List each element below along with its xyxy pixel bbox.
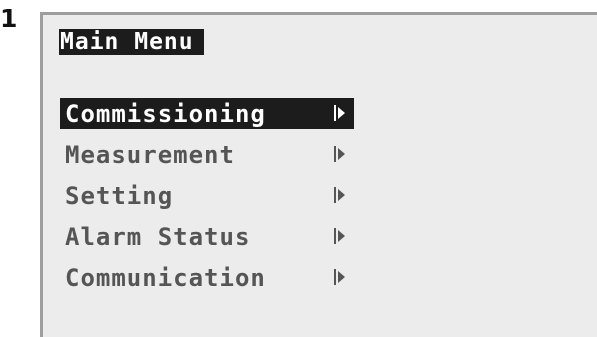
main-menu: Commissioning Measurement Setting Alarm …: [60, 98, 354, 303]
figure-number: 1: [0, 4, 18, 33]
menu-item-setting[interactable]: Setting: [60, 180, 354, 211]
right-arrow-icon: [334, 105, 345, 121]
menu-item-label: Setting: [65, 181, 174, 210]
menu-item-communication[interactable]: Communication: [60, 262, 354, 293]
menu-item-alarm-status[interactable]: Alarm Status: [60, 221, 354, 252]
right-arrow-icon: [334, 269, 345, 285]
menu-item-commissioning[interactable]: Commissioning: [60, 98, 354, 129]
screen-title: Main Menu: [59, 29, 204, 55]
right-arrow-icon: [334, 146, 345, 162]
menu-item-label: Measurement: [65, 140, 235, 169]
menu-item-label: Alarm Status: [65, 222, 251, 251]
menu-item-measurement[interactable]: Measurement: [60, 139, 354, 170]
right-arrow-icon: [334, 187, 345, 203]
menu-item-label: Commissioning: [65, 99, 266, 128]
menu-item-label: Communication: [65, 263, 266, 292]
right-arrow-icon: [334, 228, 345, 244]
